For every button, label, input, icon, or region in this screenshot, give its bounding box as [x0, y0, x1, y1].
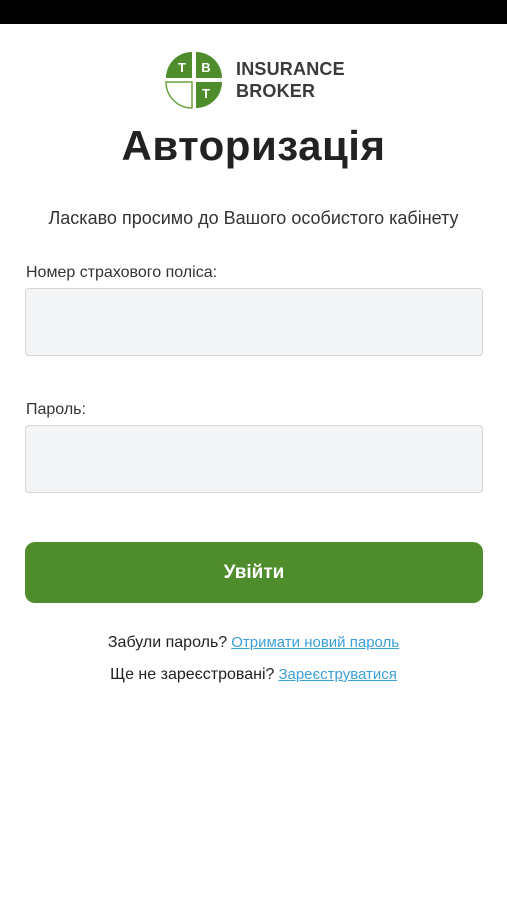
- get-new-password-link[interactable]: Отримати новий пароль: [231, 634, 399, 651]
- forgot-password-row: Забули пароль? Отримати новий пароль: [0, 634, 507, 652]
- welcome-text: Ласкаво просимо до Вашого особистого каб…: [48, 208, 459, 228]
- status-bar: [0, 0, 507, 24]
- logo-letter-2: B: [201, 60, 210, 75]
- register-link[interactable]: Зареєструватися: [278, 666, 396, 683]
- logo-text-line1: INSURANCE: [236, 59, 345, 79]
- password-label: Пароль:: [26, 401, 86, 418]
- logo-letter-1: T: [178, 60, 186, 75]
- not-registered-text: Ще не зареєстровані?: [110, 666, 275, 683]
- logo-letter-3: T: [202, 86, 210, 101]
- page-title: Авторизація: [121, 122, 386, 169]
- password-input[interactable]: [25, 425, 483, 493]
- login-button[interactable]: Увійти: [25, 542, 483, 603]
- register-row: Ще не зареєстровані? Зареєструватися: [0, 666, 507, 684]
- logo-text-line2: BROKER: [236, 81, 316, 101]
- logo: T B T INSURANCE BROKER: [162, 48, 345, 112]
- policy-number-label: Номер страхового поліса:: [26, 264, 218, 281]
- clover-logo-icon: T B T: [165, 52, 222, 109]
- forgot-password-text: Забули пароль?: [107, 634, 228, 651]
- policy-number-input[interactable]: [25, 288, 483, 356]
